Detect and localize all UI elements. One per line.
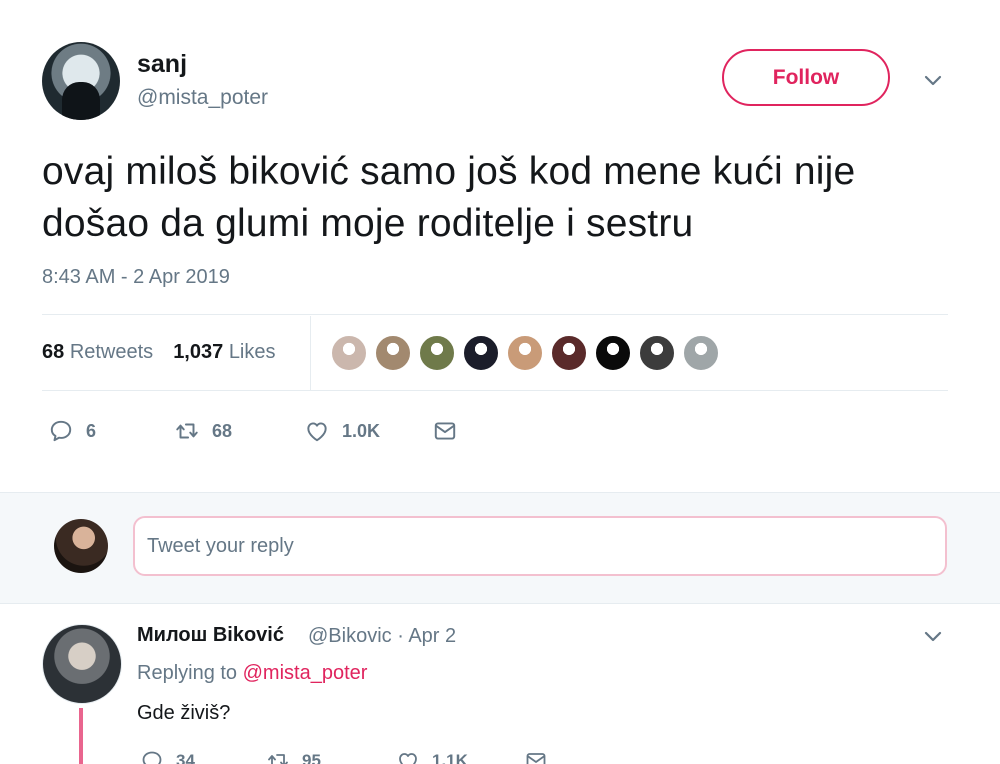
retweets-stat[interactable]: 68 Retweets bbox=[42, 341, 153, 364]
reply-action[interactable]: 34 bbox=[140, 749, 266, 764]
tweet-actions: 6 68 1.0K bbox=[48, 414, 458, 448]
tweet-text: ovaj miloš biković samo još kod mene kuć… bbox=[42, 150, 856, 245]
liker-avatar[interactable] bbox=[682, 334, 720, 372]
reply-input[interactable] bbox=[133, 516, 947, 576]
retweet-action[interactable]: 95 bbox=[266, 749, 396, 764]
likes-label: Likes bbox=[228, 341, 276, 363]
message-icon bbox=[526, 753, 546, 764]
reply-icon bbox=[50, 420, 72, 442]
tweet-stats: 68 Retweets 1,037 Likes bbox=[42, 341, 276, 364]
liker-avatar[interactable] bbox=[418, 334, 456, 372]
divider bbox=[42, 314, 948, 315]
divider bbox=[310, 316, 311, 390]
likes-stat[interactable]: 1,037 Likes bbox=[173, 341, 275, 364]
liker-avatar[interactable] bbox=[330, 334, 368, 372]
retweet-count: 68 bbox=[212, 420, 233, 441]
liker-avatars bbox=[330, 334, 720, 374]
heart-icon bbox=[307, 422, 327, 442]
reply-text: Gde živiš? bbox=[137, 702, 231, 724]
reply-author-meta[interactable]: @Bikovic · Apr 2 bbox=[308, 625, 456, 648]
like-count: 1.0K bbox=[342, 420, 381, 441]
liker-avatar[interactable] bbox=[462, 334, 500, 372]
follow-button[interactable]: Follow bbox=[722, 49, 890, 106]
tweet-card: sanj @mista_poter Follow ovaj miloš biko… bbox=[0, 0, 1000, 492]
reply-author-avatar[interactable] bbox=[42, 624, 122, 704]
like-count: 1.1K bbox=[432, 751, 468, 764]
like-action[interactable]: 1.1K bbox=[396, 749, 524, 764]
retweet-icon bbox=[176, 423, 198, 439]
reply-icon bbox=[142, 751, 162, 764]
retweet-count: 95 bbox=[302, 751, 321, 764]
author-avatar[interactable] bbox=[42, 42, 120, 120]
replying-to: Replying to @mista_poter bbox=[137, 662, 367, 685]
current-user-avatar[interactable] bbox=[54, 519, 108, 573]
reply-count: 6 bbox=[86, 420, 97, 441]
divider bbox=[42, 390, 948, 391]
liker-avatar[interactable] bbox=[594, 334, 632, 372]
liker-avatar[interactable] bbox=[506, 334, 544, 372]
retweets-label: Retweets bbox=[69, 341, 154, 363]
heart-icon bbox=[399, 753, 417, 764]
thread-line bbox=[79, 708, 83, 764]
liker-avatar[interactable] bbox=[374, 334, 412, 372]
replying-mention-link[interactable]: @mista_poter bbox=[243, 662, 368, 684]
reply-author-name[interactable]: Милош Biković bbox=[137, 624, 284, 647]
likes-count: 1,037 bbox=[173, 341, 224, 363]
like-action[interactable]: 1.0K bbox=[304, 418, 432, 444]
message-action[interactable] bbox=[524, 749, 548, 764]
replying-prefix: Replying to bbox=[137, 662, 238, 684]
liker-avatar[interactable] bbox=[638, 334, 676, 372]
author-name[interactable]: sanj bbox=[137, 50, 187, 79]
tweet-timestamp[interactable]: 8:43 AM - 2 Apr 2019 bbox=[42, 266, 230, 289]
chevron-down-icon[interactable] bbox=[922, 626, 944, 648]
reply-count: 34 bbox=[176, 751, 195, 764]
message-icon bbox=[434, 422, 456, 440]
retweet-icon bbox=[268, 754, 288, 764]
author-handle[interactable]: @mista_poter bbox=[137, 86, 268, 110]
reply-action[interactable]: 6 bbox=[48, 418, 174, 444]
retweets-count: 68 bbox=[42, 341, 65, 363]
retweet-action[interactable]: 68 bbox=[174, 418, 304, 444]
chevron-down-icon[interactable] bbox=[922, 70, 944, 92]
reply-actions: 34 95 1.1K bbox=[140, 746, 548, 764]
message-action[interactable] bbox=[432, 418, 458, 444]
liker-avatar[interactable] bbox=[550, 334, 588, 372]
